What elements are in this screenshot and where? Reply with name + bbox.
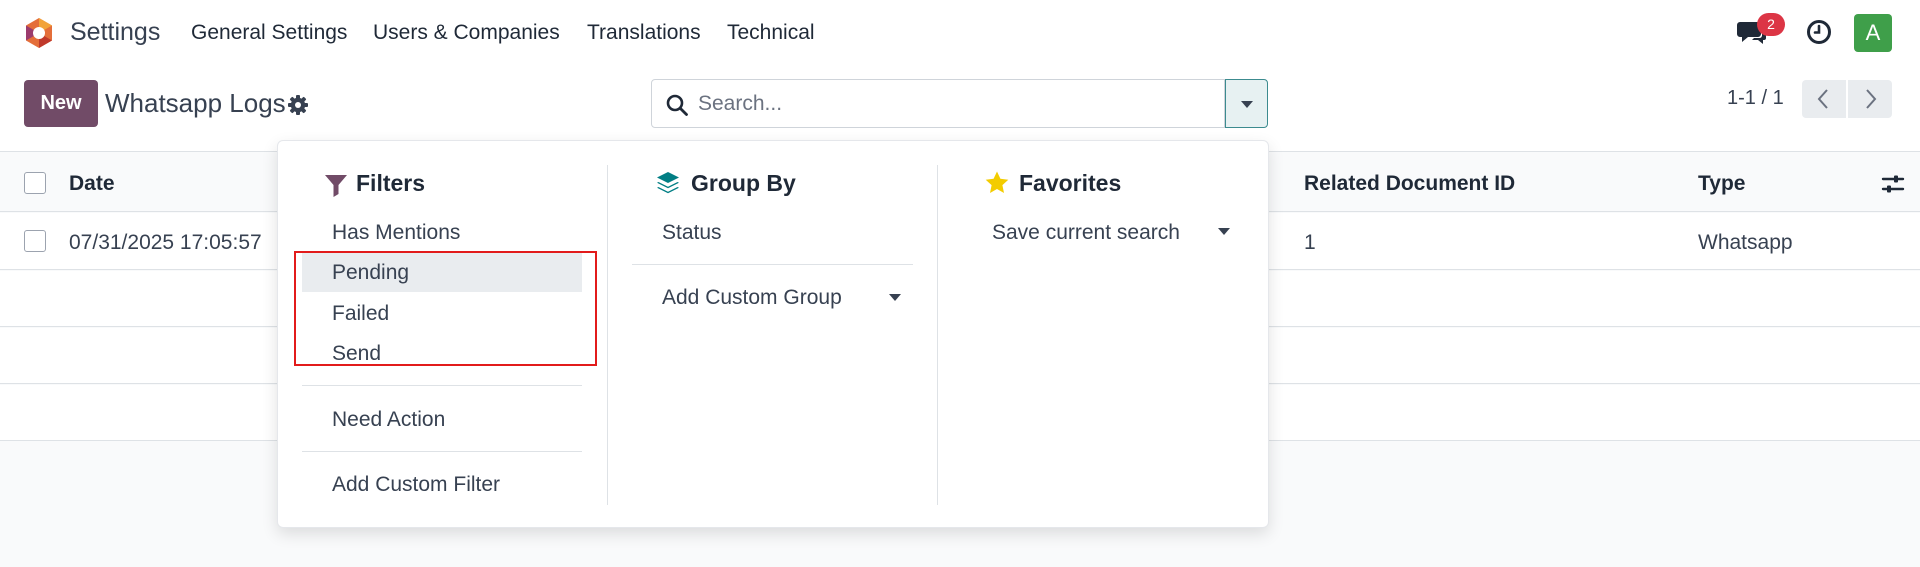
column-header-related-document-id[interactable]: Related Document ID — [1304, 172, 1515, 196]
favorites-heading: Favorites — [1019, 170, 1122, 196]
chat-badge: 2 — [1757, 13, 1785, 36]
column-divider — [937, 165, 938, 505]
optional-columns-toggle-icon[interactable] — [1881, 172, 1905, 196]
layers-icon — [657, 172, 679, 194]
chevron-left-icon — [1817, 89, 1828, 109]
pager-previous-button[interactable] — [1802, 80, 1846, 118]
add-custom-filter[interactable]: Add Custom Filter — [332, 473, 500, 497]
app-name[interactable]: Settings — [70, 18, 160, 47]
column-header-date[interactable]: Date — [69, 172, 115, 196]
highlight-box — [294, 251, 597, 366]
column-divider — [607, 165, 608, 505]
group-by-divider — [632, 264, 913, 265]
row-type: Whatsapp — [1698, 231, 1793, 254]
filter-need-action[interactable]: Need Action — [332, 408, 445, 432]
row-checkbox[interactable] — [24, 230, 46, 252]
chevron-right-icon — [1866, 89, 1877, 109]
add-custom-group-select[interactable]: Add Custom Group — [662, 286, 842, 310]
star-icon — [985, 171, 1009, 193]
menu-technical[interactable]: Technical — [727, 21, 815, 45]
filter-icon — [325, 175, 347, 197]
breadcrumb-title: Whatsapp Logs — [105, 88, 286, 118]
search-panel-toggle-button[interactable] — [1225, 79, 1268, 128]
row-date: 07/31/2025 17:05:57 — [69, 231, 262, 254]
column-header-type[interactable]: Type — [1698, 172, 1745, 196]
pager-value[interactable]: 1-1 / 1 — [1727, 87, 1784, 110]
filter-divider — [302, 385, 582, 386]
row-related-document-id: 1 — [1304, 231, 1316, 254]
pager-next-button[interactable] — [1848, 80, 1892, 118]
search-input[interactable] — [698, 86, 1208, 122]
caret-down-icon — [1218, 228, 1230, 235]
group-by-heading: Group By — [691, 170, 796, 196]
search-icon — [666, 94, 688, 116]
filters-heading: Filters — [356, 170, 426, 196]
filter-has-mentions[interactable]: Has Mentions — [332, 221, 460, 245]
save-current-search[interactable]: Save current search — [992, 221, 1180, 245]
menu-users-companies[interactable]: Users & Companies — [373, 21, 560, 45]
caret-down-icon — [1241, 101, 1253, 108]
filter-divider — [302, 451, 582, 452]
clock-icon[interactable] — [1806, 19, 1832, 45]
user-avatar[interactable]: A — [1854, 14, 1892, 52]
group-by-status[interactable]: Status — [662, 221, 722, 245]
menu-general-settings[interactable]: General Settings — [191, 21, 347, 45]
select-all-checkbox[interactable] — [24, 172, 46, 194]
new-button[interactable]: New — [24, 80, 98, 127]
gear-icon[interactable] — [287, 94, 309, 116]
odoo-logo-icon[interactable] — [22, 16, 56, 50]
caret-down-icon — [889, 294, 901, 301]
menu-translations[interactable]: Translations — [587, 21, 701, 45]
